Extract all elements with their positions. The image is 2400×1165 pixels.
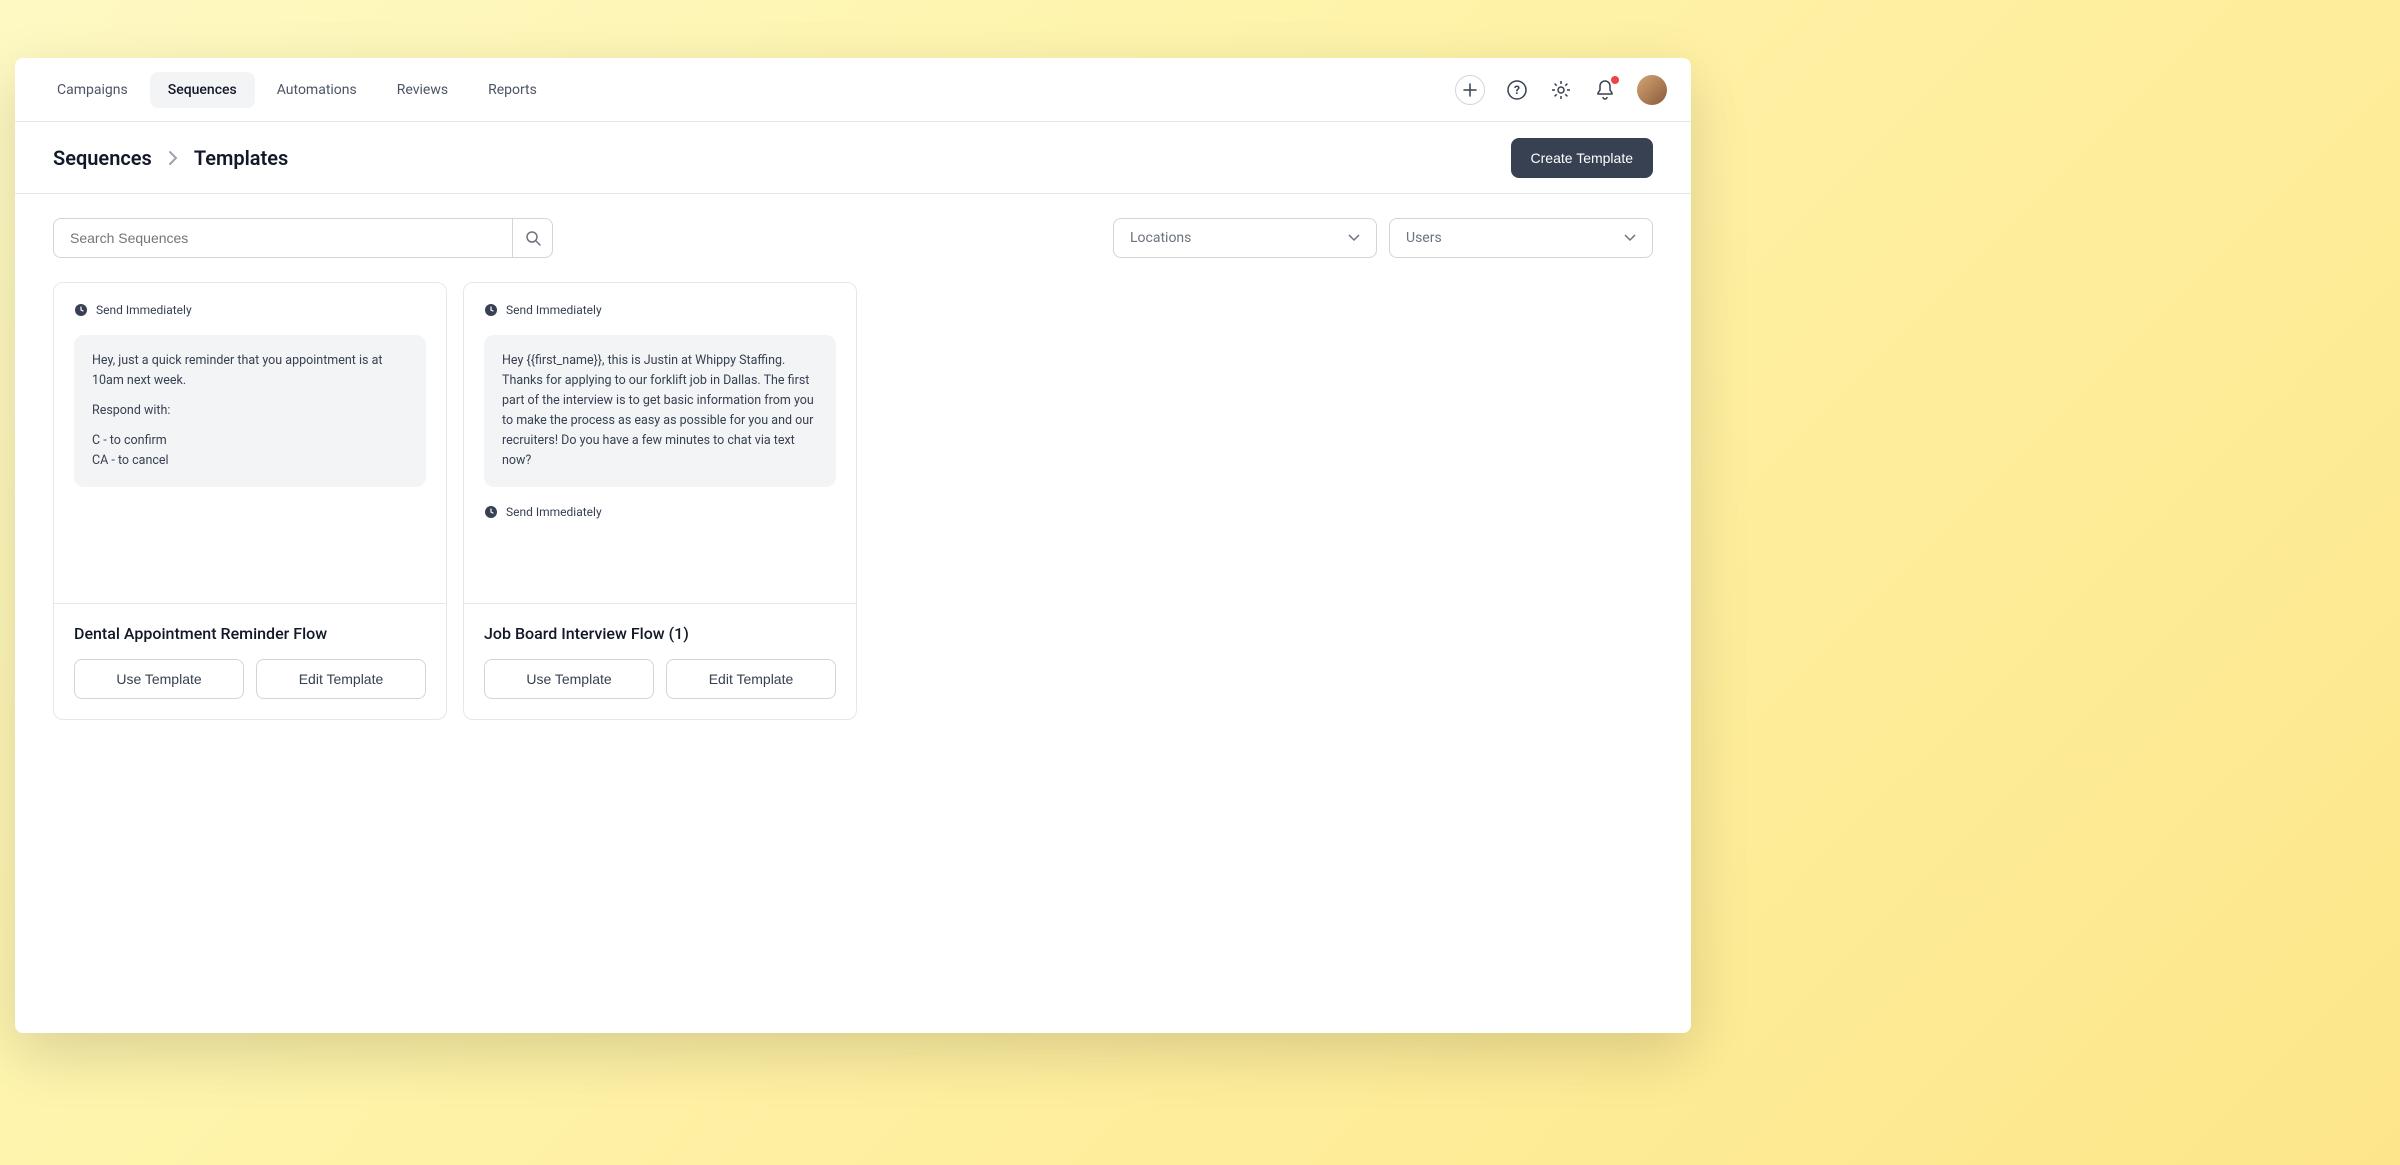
clock-icon	[484, 505, 498, 519]
gear-icon	[1551, 80, 1571, 100]
search-button[interactable]	[513, 218, 553, 258]
tab-reports[interactable]: Reports	[470, 72, 555, 108]
tab-automations[interactable]: Automations	[259, 72, 375, 108]
send-timing-label: Send Immediately	[506, 505, 602, 519]
card-actions: Use Template Edit Template	[484, 659, 836, 699]
template-card: Send Immediately Hey {{first_name}}, thi…	[463, 282, 857, 720]
card-footer: Dental Appointment Reminder Flow Use Tem…	[54, 603, 446, 719]
users-select[interactable]: Users	[1389, 218, 1653, 258]
template-title: Dental Appointment Reminder Flow	[74, 624, 426, 643]
nav-tabs: Campaigns Sequences Automations Reviews …	[39, 72, 555, 108]
search-icon	[525, 230, 541, 246]
chevron-down-icon	[1624, 234, 1636, 242]
tab-campaigns[interactable]: Campaigns	[39, 72, 146, 108]
templates-grid: Send Immediately Hey, just a quick remin…	[15, 282, 1691, 720]
clock-icon	[484, 303, 498, 317]
breadcrumb-current: Templates	[194, 146, 288, 170]
users-label: Users	[1406, 230, 1442, 246]
settings-button[interactable]	[1549, 78, 1573, 102]
message-preview: Hey {{first_name}}, this is Justin at Wh…	[484, 335, 836, 487]
top-bar: Campaigns Sequences Automations Reviews …	[15, 58, 1691, 122]
use-template-button[interactable]: Use Template	[484, 659, 654, 699]
card-footer: Job Board Interview Flow (1) Use Templat…	[464, 603, 856, 719]
send-timing-badge: Send Immediately	[484, 505, 836, 519]
help-icon: ?	[1507, 80, 1527, 100]
message-preview: Hey, just a quick reminder that you appo…	[74, 335, 426, 487]
send-timing-badge: Send Immediately	[484, 303, 836, 317]
svg-text:?: ?	[1514, 83, 1520, 97]
message-line: Respond with:	[92, 401, 408, 421]
breadcrumb-root[interactable]: Sequences	[53, 146, 152, 170]
edit-template-button[interactable]: Edit Template	[256, 659, 426, 699]
tab-sequences[interactable]: Sequences	[150, 72, 255, 108]
send-timing-label: Send Immediately	[506, 303, 602, 317]
tab-reviews[interactable]: Reviews	[379, 72, 466, 108]
template-card: Send Immediately Hey, just a quick remin…	[53, 282, 447, 720]
card-actions: Use Template Edit Template	[74, 659, 426, 699]
template-title: Job Board Interview Flow (1)	[484, 624, 836, 643]
search-group	[53, 218, 553, 258]
avatar[interactable]	[1637, 75, 1667, 105]
edit-template-button[interactable]: Edit Template	[666, 659, 836, 699]
card-preview: Send Immediately Hey, just a quick remin…	[54, 283, 446, 603]
locations-label: Locations	[1130, 230, 1191, 246]
page-header: Sequences Templates Create Template	[15, 122, 1691, 194]
message-line: C - to confirm CA - to cancel	[92, 431, 408, 471]
send-timing-label: Send Immediately	[96, 303, 192, 317]
filters-row: Locations Users	[15, 194, 1691, 282]
filter-selects: Locations Users	[1113, 218, 1653, 258]
create-template-button[interactable]: Create Template	[1511, 138, 1653, 178]
message-line: Hey {{first_name}}, this is Justin at Wh…	[502, 351, 818, 471]
add-button[interactable]	[1455, 75, 1485, 105]
use-template-button[interactable]: Use Template	[74, 659, 244, 699]
notifications-button[interactable]	[1593, 78, 1617, 102]
send-timing-badge: Send Immediately	[74, 303, 426, 317]
notification-dot	[1611, 76, 1619, 84]
card-preview: Send Immediately Hey {{first_name}}, thi…	[464, 283, 856, 603]
breadcrumb: Sequences Templates	[53, 146, 288, 170]
clock-icon	[74, 303, 88, 317]
chevron-down-icon	[1348, 234, 1360, 242]
message-line: Hey, just a quick reminder that you appo…	[92, 351, 408, 391]
chevron-right-icon	[168, 150, 178, 166]
plus-icon	[1463, 83, 1477, 97]
search-input[interactable]	[53, 218, 513, 258]
top-right-actions: ?	[1455, 75, 1667, 105]
help-button[interactable]: ?	[1505, 78, 1529, 102]
locations-select[interactable]: Locations	[1113, 218, 1377, 258]
